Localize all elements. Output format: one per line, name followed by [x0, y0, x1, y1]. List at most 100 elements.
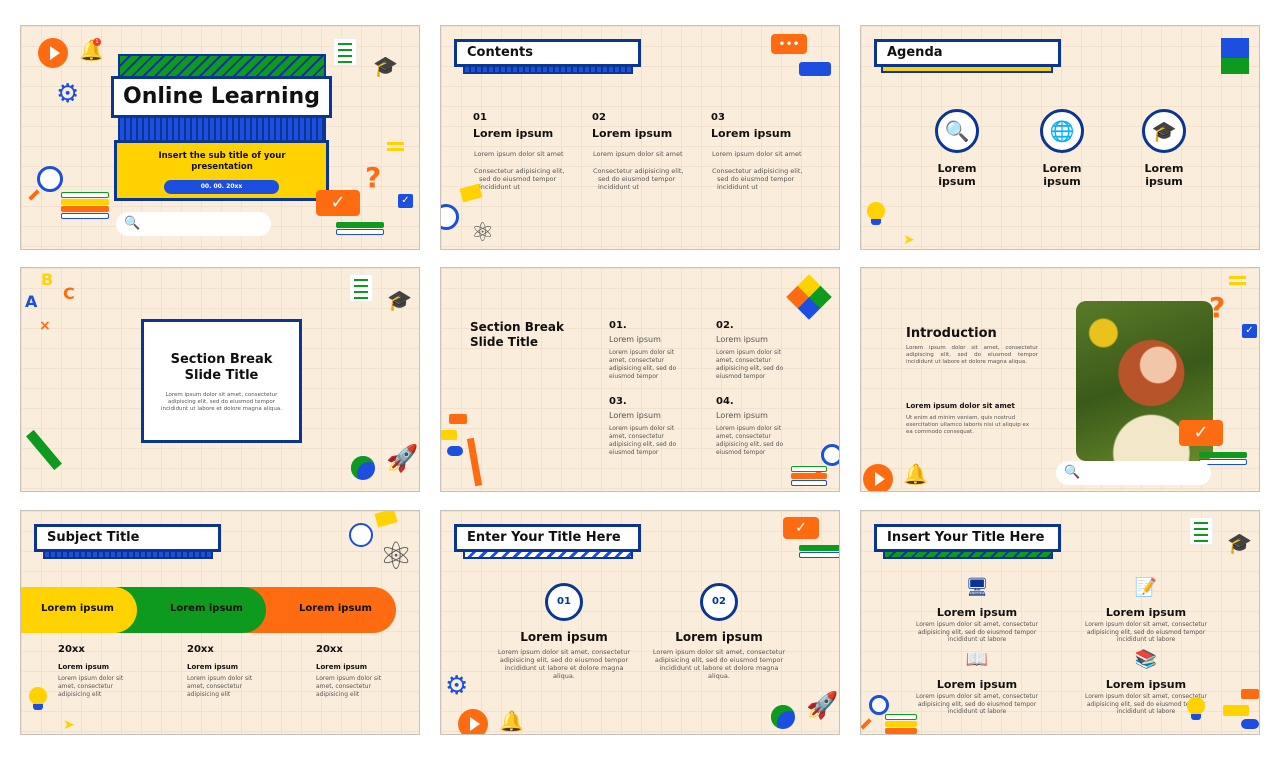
chat-orange-icon — [1241, 689, 1259, 699]
bell-icon: 🔔 — [903, 462, 928, 486]
slide-title: Online Learning — [111, 76, 332, 118]
bullet-item: Consectetur adipisicing elit, sed do eiu… — [712, 167, 803, 191]
video-profile-icon — [1221, 38, 1249, 74]
item-year: 20xx — [187, 644, 214, 655]
atom-icon: ⚛ — [379, 534, 414, 578]
puzzle-icon — [786, 274, 832, 320]
item-number: 03 — [711, 112, 725, 123]
item-body: Lorem ipsum dolor sit amet, consectetur … — [915, 693, 1039, 715]
intro-body: Lorem ipsum dolor sit amet, consectetur … — [906, 345, 1038, 365]
item-body: Lorem ipsum dolor sit amet, consectetur … — [497, 648, 631, 680]
item-body: Lorem ipsum dolor sit amet, consectetur … — [187, 675, 253, 698]
bell-badge: 1 — [93, 38, 101, 46]
section-body: Lorem ipsum dolor sit amet, consectetur … — [160, 392, 283, 412]
intro-subtitle: Lorem ipsum dolor sit amet — [906, 402, 1015, 410]
globe-icon — [771, 705, 795, 729]
slide-title: Contents — [454, 39, 641, 67]
bell-icon: 🔔 — [499, 709, 524, 733]
bullet-item: Lorem ipsum dolor sit amet — [474, 150, 564, 158]
bullet-item: Consectetur adipisicing elit, sed do eiu… — [474, 167, 565, 191]
books-icon — [61, 192, 109, 220]
books-library-icon: 📚 — [1134, 649, 1158, 670]
chat-dots-icon: ••• — [771, 34, 807, 54]
check-bubble-icon: ✓ — [316, 190, 360, 216]
item-title: Lorem ipsum — [473, 127, 554, 140]
agenda-label: Lorem ipsum — [1144, 162, 1184, 188]
item-title: Lorem ipsum — [58, 663, 110, 671]
envelope-icon — [459, 183, 483, 203]
books-icon — [336, 222, 384, 236]
online-class-icon: 🖥 — [965, 577, 989, 598]
slide-thumbnail-4-section-break[interactable]: A B C × 🎓 Section Break Slide Title Lore… — [20, 267, 420, 492]
lightbulb-icon — [867, 202, 885, 225]
chat-check-icon: ✓ — [398, 194, 413, 208]
item-year: 20xx — [58, 644, 85, 655]
paper-plane-icon: ➤ — [903, 232, 915, 248]
globe-book-icon: 🌐 — [1040, 109, 1084, 153]
agenda-label: Lorem ipsum — [937, 162, 977, 188]
item-year: 20xx — [316, 644, 343, 655]
books-icon — [885, 714, 917, 734]
lightbulb-icon — [29, 687, 47, 710]
lightbulb-icon — [1187, 697, 1205, 720]
number-circle: 01 — [545, 583, 583, 621]
item-body: Lorem ipsum dolor sit amet, consectetur … — [1084, 621, 1208, 643]
play-icon — [863, 464, 893, 491]
slide-thumbnail-7-subject-timeline[interactable]: Subject Title ⚛ Lorem ipsum Lorem ipsum … — [20, 510, 420, 735]
note-icon — [349, 274, 373, 302]
slide-thumbnail-6-introduction[interactable]: Introduction Lorem ipsum dolor sit amet,… — [860, 267, 1260, 492]
item-number: 01. — [609, 320, 627, 331]
title-stripe — [43, 550, 213, 559]
question-mark-icon: ? — [365, 161, 382, 194]
section-title: Section Break Slide Title — [470, 320, 564, 349]
section-title: Section Break Slide Title — [170, 352, 273, 383]
note-icon — [1189, 517, 1213, 545]
item-number: 03. — [609, 396, 627, 407]
play-icon — [458, 709, 488, 734]
slide-thumbnail-2-contents[interactable]: Contents ••• 01 Lorem ipsum Lorem ipsum do… — [440, 25, 840, 250]
books-icon — [791, 466, 827, 487]
search-bar[interactable]: 🔍 — [1056, 461, 1211, 485]
item-title: Lorem ipsum — [1105, 606, 1187, 619]
section-card: Section Break Slide Title Lorem ipsum do… — [141, 319, 302, 443]
search-bar[interactable]: 🔍 — [116, 212, 271, 236]
slide-thumbnail-5-section-list[interactable]: Section Break Slide Title 01. Lorem ipsum… — [440, 267, 840, 492]
gear-icon: ⚙ — [445, 671, 469, 701]
gear-icon: ⚙ — [56, 79, 80, 109]
item-body: Lorem ipsum dolor sit amet, consectetur … — [716, 349, 784, 380]
web-edit-icon: 📝 — [1134, 577, 1158, 598]
check-bubble-icon: ✓ — [1179, 420, 1223, 446]
envelope-icon — [374, 511, 398, 528]
slide-thumbnail-3-agenda[interactable]: Agenda 🔍 Lorem ipsum 🌐 Lorem ipsum 🎓 Lorem ip… — [860, 25, 1260, 250]
chat-yellow-icon — [1223, 705, 1249, 716]
slide-thumbnail-9-four-points[interactable]: Insert Your Title Here 🎓 🖥 Lorem ipsum Lor… — [860, 510, 1260, 735]
slide-thumbnail-1-title[interactable]: 🔔 1 ⚙ 🎓 Online Learning Insert the sub t… — [20, 25, 420, 250]
item-number: 04. — [716, 396, 734, 407]
pencil-icon — [466, 437, 483, 487]
slide-thumbnail-8-two-points[interactable]: Enter Your Title Here ✓ 01 Lorem ipsum Lor… — [440, 510, 840, 735]
title-stripe-blue — [118, 116, 326, 142]
item-title: Lorem ipsum — [716, 335, 768, 344]
check-bubble-icon: ✓ — [783, 517, 819, 539]
item-body: Lorem ipsum dolor sit amet, consectetur … — [652, 648, 786, 680]
rocket-icon: 🚀 — [386, 444, 419, 474]
equals-icon — [387, 142, 404, 145]
search-icon: 🔍 — [1064, 465, 1081, 480]
item-number: 02. — [716, 320, 734, 331]
question-mark-icon: ? — [1209, 291, 1226, 324]
subtitle: Insert the sub title of your presentatio… — [158, 151, 286, 172]
equals-icon — [1229, 276, 1246, 279]
clock-icon — [441, 204, 459, 230]
item-body: Lorem ipsum dolor sit amet, consectetur … — [58, 675, 124, 698]
bullet-item: Consectetur adipisicing elit, sed do eiu… — [593, 167, 684, 191]
chat-orange-icon — [449, 414, 467, 424]
item-body: Lorem ipsum dolor sit amet, consectetur … — [316, 675, 382, 698]
item-title: Lorem ipsum — [609, 335, 661, 344]
item-number: 01 — [473, 112, 487, 123]
date-pill: 00. 00. 20xx — [164, 180, 279, 194]
magnifier-icon — [869, 695, 889, 715]
agenda-label: Lorem ipsum — [1042, 162, 1082, 188]
search-icon: 🔍 — [124, 216, 141, 231]
magnifier-icon — [821, 444, 839, 466]
note-icon — [333, 38, 357, 66]
